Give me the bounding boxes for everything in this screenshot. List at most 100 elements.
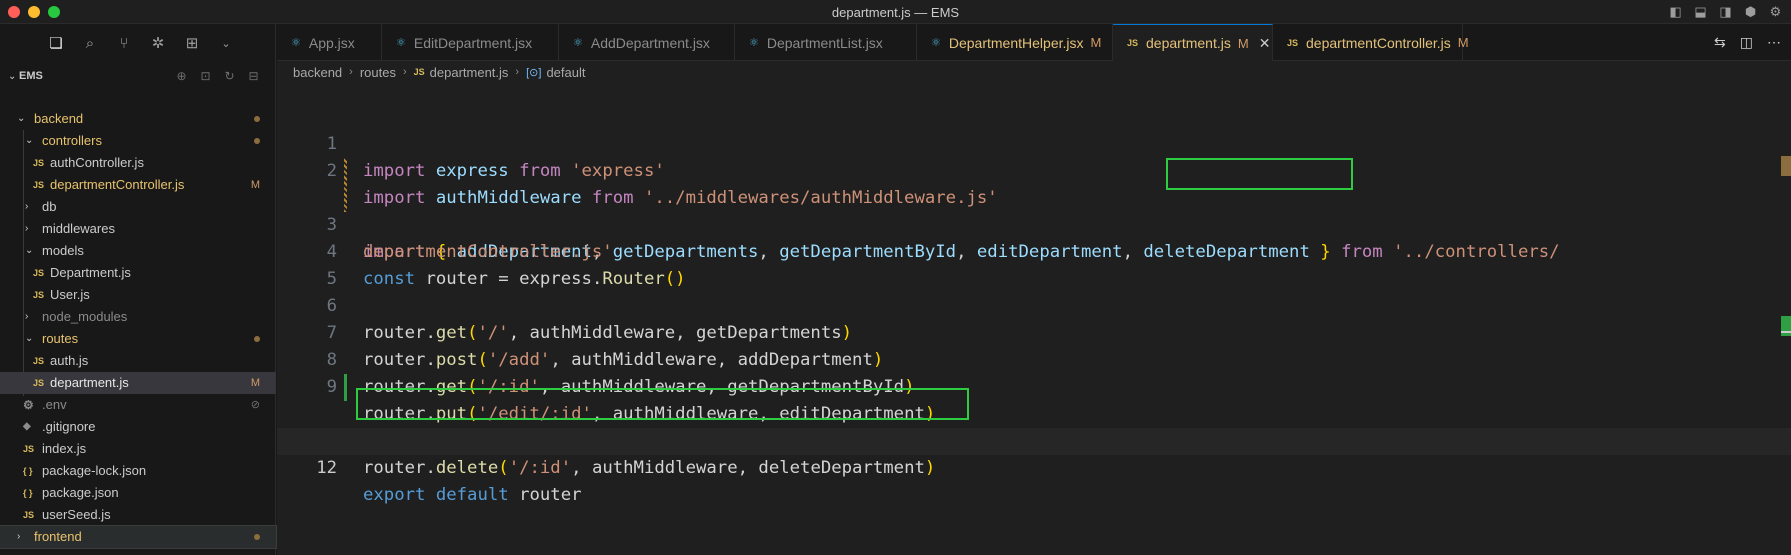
more-chevron-down-icon[interactable]: ⌄ [216, 33, 236, 53]
tree-item-label: package-lock.json [42, 463, 147, 478]
code-line[interactable]: departmentController.js' [277, 185, 1791, 262]
tree-item--gitignore[interactable]: ◆ .gitignore [0, 416, 276, 438]
breadcrumb-item[interactable]: default [546, 65, 585, 80]
tree-item-departmentcontroller-js[interactable]: JS departmentController.js M [0, 174, 276, 196]
tree-item-authcontroller-js[interactable]: JS authController.js [0, 152, 276, 174]
tree-item-node-modules[interactable]: › node_modules [0, 306, 276, 328]
js-file-icon: JS [23, 444, 35, 454]
tree-item-label: userSeed.js [42, 507, 111, 522]
debug-icon[interactable]: ✲ [148, 33, 168, 53]
modified-badge: M [1090, 35, 1102, 50]
search-icon[interactable]: ⌕ [80, 33, 100, 53]
code-line[interactable]: 7 router.post('/add', authMiddleware, ad… [277, 293, 1791, 370]
tab-departmentlist-jsx[interactable]: ⚛ DepartmentList.jsx [735, 24, 917, 61]
code-token: router [363, 458, 426, 478]
tree-item-controllers[interactable]: ⌄ controllers [0, 130, 276, 152]
settings-gear-icon[interactable]: ⚙ [1768, 4, 1783, 19]
code-token: '/:id' [508, 458, 572, 478]
toggle-panel-icon[interactable]: ⬓ [1693, 4, 1708, 19]
js-file-icon: JS [23, 510, 35, 520]
explorer-sidebar: ❏ ⌕ ⑂ ✲ ⊞ ⌄ ⌄ EMS ⊕ ⊡ ↻ ⊟ ⌄ backend ⌄ contr… [0, 24, 277, 555]
code-line[interactable]: 1 import express from 'express' [277, 104, 1791, 181]
scrollbar-cursor-marker [1781, 331, 1791, 333]
tab-adddepartment-jsx[interactable]: ⚛ AddDepartment.jsx [559, 24, 735, 61]
tree-item-label: routes [42, 331, 79, 346]
git-file-icon: ◆ [23, 421, 31, 432]
code-line[interactable]: 3 import { addDepartment, getDepartments… [277, 158, 1791, 262]
tab-app-jsx[interactable]: ⚛ App.jsx [277, 24, 382, 61]
chevron-right-icon: › [25, 311, 29, 322]
tree-item-department-js[interactable]: JS department.js M [0, 372, 276, 394]
more-actions-icon[interactable]: ⋯ [1767, 34, 1781, 51]
breadcrumb: backend › routes › JS department.js › [⊙… [277, 61, 1791, 83]
react-file-icon: ⚛ [931, 37, 941, 49]
split-editor-icon[interactable]: ◫ [1740, 34, 1753, 51]
close-tab-icon[interactable]: ✕ [1259, 35, 1271, 52]
tree-item-label: .env [42, 397, 67, 412]
tree-item-backend[interactable]: ⌄ backend [0, 108, 276, 130]
tab-departmenthelper-jsx[interactable]: ⚛ DepartmentHelper.jsx M [917, 24, 1113, 61]
tree-item-middlewares[interactable]: › middlewares [0, 218, 276, 240]
file-tree: ⌄ backend ⌄ controllers JS authController.js J… [0, 108, 277, 549]
tree-item-index-js[interactable]: JS index.js [0, 438, 276, 460]
tab-label: departmentController.js [1306, 34, 1451, 51]
tree-item-user-js[interactable]: JS User.js [0, 284, 276, 306]
code-line-current[interactable]: 12 export default router [277, 428, 1791, 505]
code-line[interactable]: 11 [277, 401, 1791, 451]
modified-badge: M [250, 179, 260, 191]
chevron-down-icon: ⌄ [8, 70, 17, 82]
explorer-files-icon[interactable]: ❏ [46, 33, 66, 53]
chevron-right-icon: › [17, 531, 21, 542]
code-editor[interactable]: 1 import express from 'express' 2 import… [277, 104, 1791, 505]
tree-item--env[interactable]: ⚙ .env ⊘ [0, 394, 276, 416]
tree-item-userseed-js[interactable]: JS userSeed.js [0, 504, 276, 526]
js-file-icon: JS [1127, 38, 1139, 48]
tree-item-db[interactable]: › db [0, 196, 276, 218]
tab-department-js[interactable]: JS department.js M ✕ [1113, 24, 1273, 61]
toggle-sidebar-icon[interactable]: ◧ [1668, 4, 1683, 19]
extensions-grid-icon[interactable]: ⊞ [182, 33, 202, 53]
tree-item-label: db [42, 199, 57, 214]
js-file-icon: JS [33, 378, 45, 388]
code-line[interactable]: 9 router.put('/edit/:id', authMiddleware… [277, 347, 1791, 424]
breadcrumb-item[interactable]: backend [293, 65, 342, 80]
tree-item-label: node_modules [42, 309, 128, 324]
tree-item-label: package.json [42, 485, 119, 500]
changes-dot-icon [254, 336, 260, 342]
extensions-icon[interactable]: ⬢ [1743, 4, 1758, 19]
code-line[interactable]: 10 router.delete('/:id', authMiddleware,… [277, 374, 1791, 478]
tree-item-label: department.js [50, 375, 129, 390]
new-folder-icon[interactable]: ⊡ [198, 69, 213, 84]
compare-changes-icon[interactable]: ⇆ [1714, 34, 1726, 51]
tree-item-frontend[interactable]: › frontend [0, 525, 277, 549]
breadcrumb-item[interactable]: routes [360, 65, 396, 80]
code-line[interactable]: 8 router.get('/:id', authMiddleware, get… [277, 320, 1791, 397]
tree-item-package-json[interactable]: { } package.json [0, 482, 276, 504]
ignored-icon: ⊘ [250, 399, 260, 411]
breadcrumb-item[interactable]: department.js [430, 65, 509, 80]
tab-departmentcontroller-js[interactable]: JS departmentController.js M [1273, 24, 1469, 61]
chevron-right-icon: › [349, 66, 353, 78]
tree-item-package-lock-json[interactable]: { } package-lock.json [0, 460, 276, 482]
code-token: export [363, 485, 426, 505]
new-file-icon[interactable]: ⊕ [174, 69, 189, 84]
tab-bar: ⇆ ◫ ⋯ ⚛ App.jsx ⚛ EditDepartment.jsx ⚛ AddDep… [277, 24, 1791, 61]
added-gutter-marker[interactable] [344, 374, 347, 401]
toggle-secondary-sidebar-icon[interactable]: ◨ [1718, 4, 1733, 19]
tree-item-label: middlewares [42, 221, 115, 236]
js-file-icon: JS [1287, 37, 1299, 48]
tree-item-models[interactable]: ⌄ models [0, 240, 276, 262]
code-line[interactable]: 6 router.get('/', authMiddleware, getDep… [277, 266, 1791, 343]
tree-item-department-js[interactable]: JS Department.js [0, 262, 276, 284]
js-file-icon: JS [33, 356, 45, 366]
code-line[interactable]: 5 [277, 239, 1791, 289]
tab-editdepartment-jsx[interactable]: ⚛ EditDepartment.jsx [382, 24, 559, 61]
refresh-icon[interactable]: ↻ [222, 69, 237, 84]
code-line[interactable]: 4 const router = express.Router() [277, 212, 1791, 289]
code-line[interactable]: 2 import authMiddleware from '../middlew… [277, 131, 1791, 208]
source-control-icon[interactable]: ⑂ [114, 33, 134, 53]
tree-item-routes[interactable]: ⌄ routes [0, 328, 276, 350]
explorer-root-header[interactable]: ⌄ EMS ⊕ ⊡ ↻ ⊟ [0, 62, 275, 90]
collapse-all-icon[interactable]: ⊟ [246, 69, 261, 84]
tree-item-auth-js[interactable]: JS auth.js [0, 350, 276, 372]
